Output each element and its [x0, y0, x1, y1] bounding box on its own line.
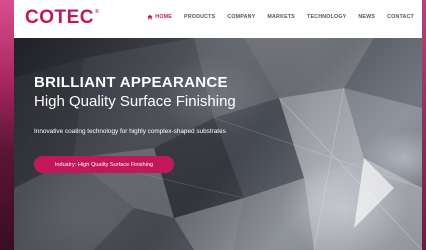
nav-item-label: MARKETS — [267, 14, 296, 20]
hero-overlay — [14, 38, 314, 250]
nav-item-contact[interactable]: CONTACT — [387, 14, 414, 20]
industry-cta-button[interactable]: Industry: High Quality Surface Finishing — [34, 156, 174, 173]
nav-item-label: NEWS — [358, 14, 376, 20]
cotec-logo[interactable]: COTEC ® — [25, 8, 99, 28]
nav-item-news[interactable]: NEWS — [358, 14, 375, 20]
registered-mark: ® — [95, 9, 100, 15]
nav-item-label: CONTACT — [387, 14, 414, 20]
site-header: COTEC ® HOME PRODUCTS COMPANY MARKETS TE… — [14, 0, 422, 38]
nav-item-products[interactable]: PRODUCTS — [184, 14, 215, 20]
hero-title: BRILLIANT APPEARANCE — [34, 74, 228, 91]
background-photo-edge — [0, 0, 14, 250]
nav-item-label: HOME — [155, 14, 172, 20]
main-navigation: HOME PRODUCTS COMPANY MARKETS TECHNOLOGY… — [135, 14, 414, 20]
nav-item-company[interactable]: COMPANY — [227, 14, 255, 20]
nav-item-label: TECHNOLOGY — [307, 14, 347, 20]
nav-item-label: PRODUCTS — [184, 14, 216, 20]
website-viewport: COTEC ® HOME PRODUCTS COMPANY MARKETS TE… — [14, 0, 422, 250]
nav-item-markets[interactable]: MARKETS — [267, 14, 295, 20]
logo-wordmark: COTEC — [25, 7, 94, 28]
nav-item-technology[interactable]: TECHNOLOGY — [307, 14, 346, 20]
nav-item-label: COMPANY — [227, 14, 256, 20]
hero-subtitle: High Quality Surface Finishing — [34, 93, 236, 110]
background-photo-edge-right — [422, 0, 426, 250]
nav-item-home[interactable]: HOME — [147, 14, 172, 20]
hero-description: Innovative coating technology for highly… — [34, 128, 226, 135]
home-icon — [147, 14, 153, 20]
hero-banner: BRILLIANT APPEARANCE High Quality Surfac… — [14, 38, 422, 250]
